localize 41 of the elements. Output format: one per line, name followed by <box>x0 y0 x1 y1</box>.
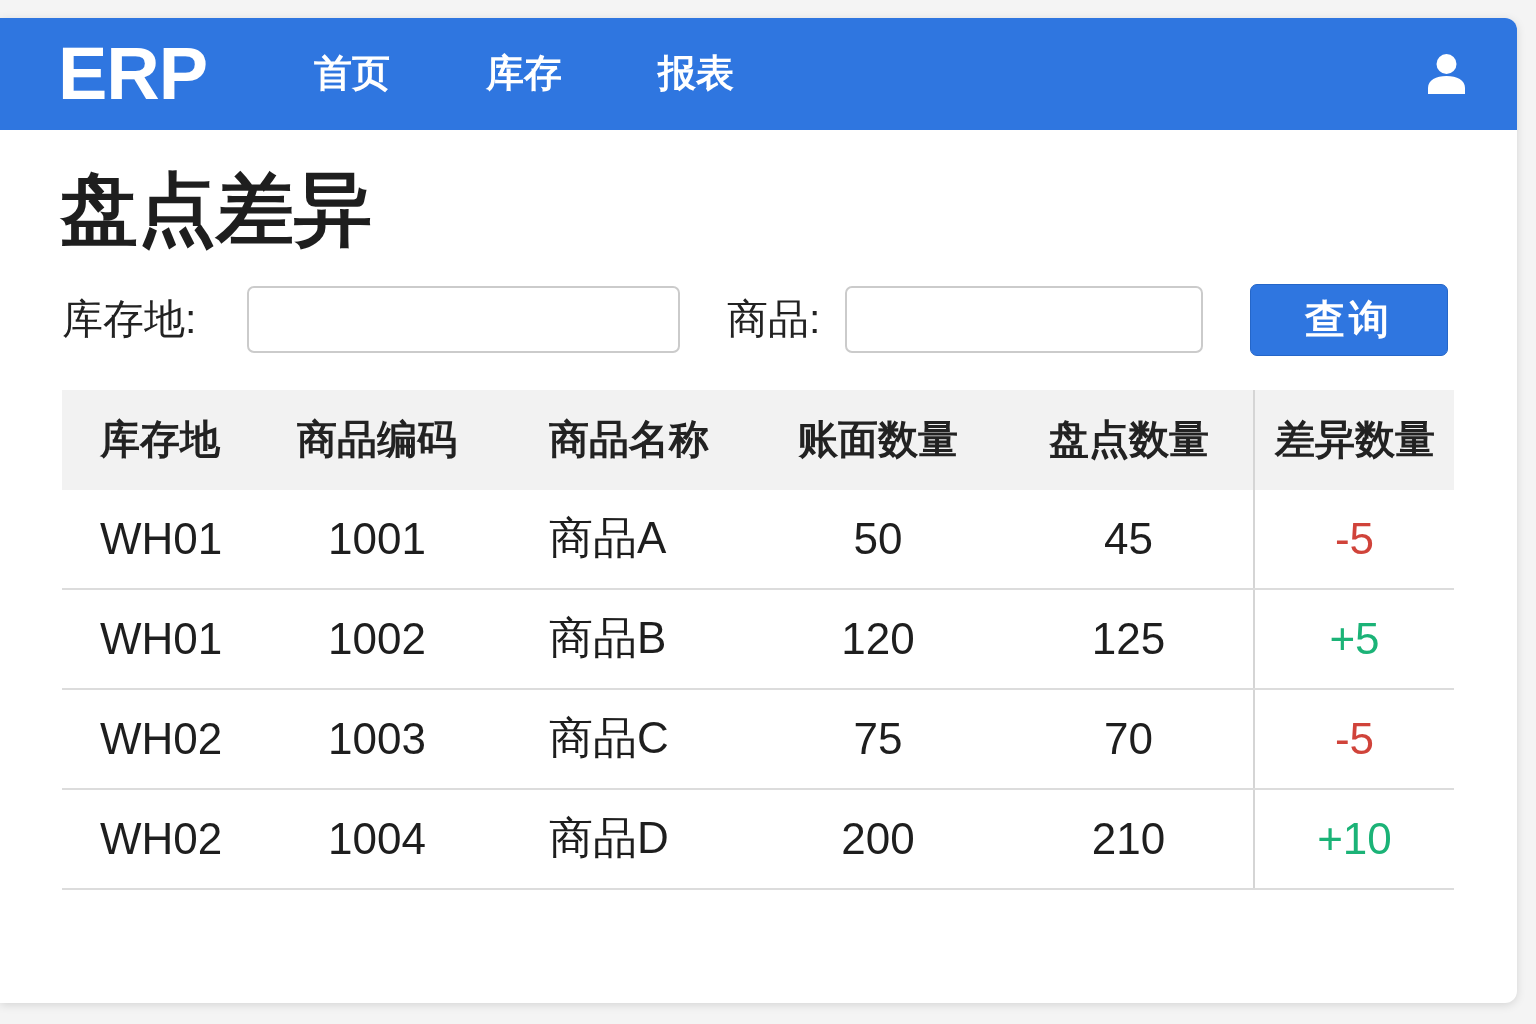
column-header: 库存地 <box>99 416 221 464</box>
table-cell-text: 商品D <box>548 812 670 865</box>
table-cell-text: 1002 <box>327 612 427 665</box>
field-label: 商品: <box>727 295 822 345</box>
difference-cell: -5 <box>1253 689 1454 788</box>
column-header: 商品编码 <box>296 416 458 464</box>
table-cell-text: 200 <box>840 812 916 865</box>
input-field[interactable] <box>247 286 680 354</box>
table-cell-text: WH02 <box>99 812 224 865</box>
column-header: 差异数量 <box>1253 389 1454 490</box>
nav-link[interactable]: 首页 <box>314 51 391 97</box>
column-header: 商品名称 <box>548 416 710 464</box>
field-label: 库存地: <box>62 295 198 345</box>
table-cell-text: 210 <box>1090 812 1167 865</box>
column-header: 盘点数量 <box>1047 416 1210 464</box>
column-header: 账面数量 <box>797 416 959 464</box>
nav-link[interactable]: 库存 <box>486 51 563 97</box>
table-cell-text: 1001 <box>327 512 427 565</box>
table-cell-text: 商品B <box>548 612 668 665</box>
table-cell-text: WH01 <box>99 512 224 565</box>
table-cell-text: 1004 <box>327 812 427 865</box>
input-field[interactable] <box>845 286 1203 354</box>
table-cell-text: 商品C <box>548 712 670 765</box>
table-cell-text: 1003 <box>327 712 427 765</box>
table-cell-text: 120 <box>840 612 916 665</box>
difference-cell: +10 <box>1253 789 1454 888</box>
table-cell-text: 50 <box>852 512 904 565</box>
difference-cell: +5 <box>1253 589 1454 688</box>
page-title: 盘点差异 <box>60 167 373 253</box>
table-cell-text: 75 <box>852 712 904 765</box>
table-cell-text: 商品A <box>548 512 668 565</box>
difference-cell: -5 <box>1253 489 1454 588</box>
user-icon[interactable] <box>1428 54 1465 94</box>
table-cell-text: 45 <box>1103 512 1154 565</box>
table-cell-text: 125 <box>1090 612 1167 665</box>
logo: ERP <box>58 37 208 111</box>
table-cell-text: 70 <box>1103 712 1154 765</box>
table-cell-text: WH02 <box>99 712 224 765</box>
nav-link[interactable]: 报表 <box>658 51 735 97</box>
table-cell-text: WH01 <box>99 612 224 665</box>
query-button[interactable]: 查询 <box>1250 283 1448 356</box>
